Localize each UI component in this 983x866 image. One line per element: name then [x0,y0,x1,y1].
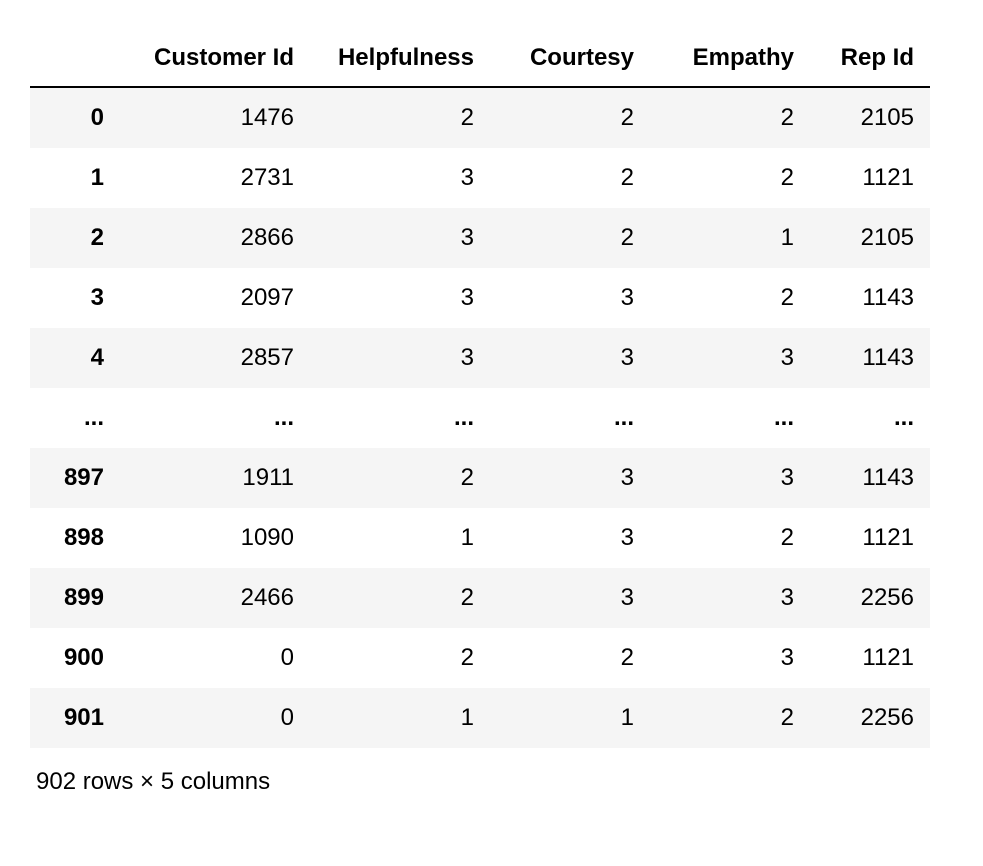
cell-rep-id: 1121 [810,148,930,208]
row-index: 0 [30,87,120,148]
row-index: 4 [30,328,120,388]
cell-helpfulness: 2 [310,568,490,628]
cell-customer-id: 2731 [120,148,310,208]
row-index: 3 [30,268,120,328]
table-row: 1 2731 3 2 2 1121 [30,148,930,208]
cell-courtesy: 2 [490,87,650,148]
cell-empathy: 3 [650,628,810,688]
table-row: 0 1476 2 2 2 2105 [30,87,930,148]
header-courtesy: Courtesy [490,30,650,87]
table-row: 3 2097 3 3 2 1143 [30,268,930,328]
cell-courtesy: 3 [490,448,650,508]
cell-courtesy: 3 [490,268,650,328]
table-row: 901 0 1 1 2 2256 [30,688,930,748]
cell-empathy: 2 [650,148,810,208]
cell-helpfulness: 2 [310,628,490,688]
cell-empathy: 3 [650,328,810,388]
cell-helpfulness: 3 [310,268,490,328]
cell-courtesy: 2 [490,628,650,688]
dataframe-table: Customer Id Helpfulness Courtesy Empathy… [30,30,930,748]
table-row: 2 2866 3 2 1 2105 [30,208,930,268]
cell-rep-id: 2105 [810,87,930,148]
cell-courtesy: 2 [490,148,650,208]
shape-summary: 902 rows × 5 columns [30,768,953,796]
row-index: 1 [30,148,120,208]
cell-customer-id: ... [120,388,310,448]
header-row: Customer Id Helpfulness Courtesy Empathy… [30,30,930,87]
cell-courtesy: ... [490,388,650,448]
cell-rep-id: ... [810,388,930,448]
header-empathy: Empathy [650,30,810,87]
header-helpfulness: Helpfulness [310,30,490,87]
cell-customer-id: 2866 [120,208,310,268]
row-index: ... [30,388,120,448]
cell-empathy: 3 [650,568,810,628]
cell-empathy: 2 [650,508,810,568]
cell-empathy: 3 [650,448,810,508]
table-row: 897 1911 2 3 3 1143 [30,448,930,508]
header-customer-id: Customer Id [120,30,310,87]
cell-empathy: 1 [650,208,810,268]
table-row: 899 2466 2 3 3 2256 [30,568,930,628]
row-index: 900 [30,628,120,688]
cell-customer-id: 1911 [120,448,310,508]
cell-rep-id: 1121 [810,508,930,568]
cell-empathy: ... [650,388,810,448]
ellipsis-row: ... ... ... ... ... ... [30,388,930,448]
cell-rep-id: 1143 [810,268,930,328]
cell-customer-id: 2857 [120,328,310,388]
cell-customer-id: 1476 [120,87,310,148]
cell-rep-id: 2256 [810,688,930,748]
cell-rep-id: 2256 [810,568,930,628]
cell-customer-id: 0 [120,628,310,688]
table-row: 900 0 2 2 3 1121 [30,628,930,688]
table-body: 0 1476 2 2 2 2105 1 2731 3 2 2 1121 2 28… [30,87,930,748]
cell-empathy: 2 [650,87,810,148]
cell-empathy: 2 [650,268,810,328]
cell-courtesy: 3 [490,328,650,388]
cell-helpfulness: 3 [310,208,490,268]
cell-rep-id: 1121 [810,628,930,688]
cell-courtesy: 3 [490,568,650,628]
cell-helpfulness: 1 [310,688,490,748]
cell-rep-id: 2105 [810,208,930,268]
header-rep-id: Rep Id [810,30,930,87]
table-row: 898 1090 1 3 2 1121 [30,508,930,568]
cell-customer-id: 2097 [120,268,310,328]
cell-courtesy: 2 [490,208,650,268]
cell-helpfulness: 3 [310,328,490,388]
row-index: 2 [30,208,120,268]
cell-customer-id: 0 [120,688,310,748]
cell-helpfulness: 2 [310,448,490,508]
cell-rep-id: 1143 [810,328,930,388]
cell-courtesy: 3 [490,508,650,568]
header-blank [30,30,120,87]
cell-helpfulness: 1 [310,508,490,568]
cell-rep-id: 1143 [810,448,930,508]
row-index: 897 [30,448,120,508]
cell-helpfulness: 2 [310,87,490,148]
cell-helpfulness: 3 [310,148,490,208]
row-index: 899 [30,568,120,628]
row-index: 898 [30,508,120,568]
cell-courtesy: 1 [490,688,650,748]
cell-helpfulness: ... [310,388,490,448]
row-index: 901 [30,688,120,748]
cell-customer-id: 2466 [120,568,310,628]
table-row: 4 2857 3 3 3 1143 [30,328,930,388]
cell-empathy: 2 [650,688,810,748]
cell-customer-id: 1090 [120,508,310,568]
